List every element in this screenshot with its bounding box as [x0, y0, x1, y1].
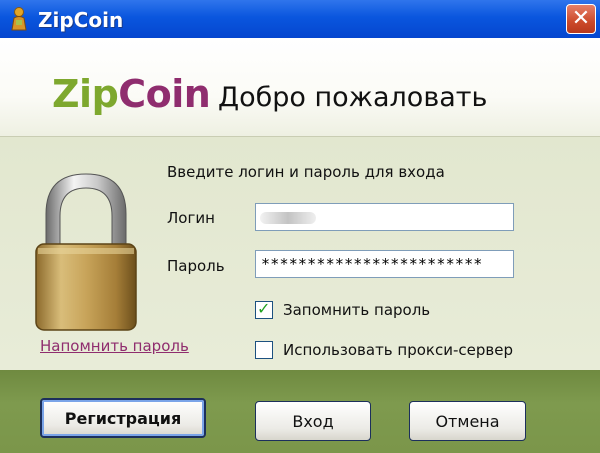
- password-label: Пароль: [167, 257, 225, 275]
- remember-password-checkbox[interactable]: ✓: [255, 299, 273, 319]
- title-bar[interactable]: ZipCoin ✕: [0, 0, 600, 38]
- login-window: ZipCoin ✕ ZipCoin Добро пожаловать Напом…: [0, 0, 600, 453]
- remember-password-label[interactable]: Запомнить пароль: [283, 301, 430, 319]
- logo-coin: Coin: [118, 72, 211, 116]
- cancel-button[interactable]: Отмена: [409, 401, 526, 441]
- zipcoin-logo: ZipCoin: [52, 72, 211, 116]
- password-value: ************************: [261, 255, 483, 273]
- login-value-redacted: [260, 212, 316, 224]
- checkmark-icon: ✓: [257, 299, 271, 318]
- padlock-icon: [35, 173, 137, 331]
- login-input[interactable]: [255, 203, 514, 231]
- remind-password-link[interactable]: Напомнить пароль: [40, 337, 189, 355]
- close-icon: ✕: [571, 6, 591, 31]
- welcome-heading: Добро пожаловать: [218, 82, 488, 113]
- close-button[interactable]: ✕: [566, 4, 596, 34]
- logo-zip: Zip: [52, 72, 119, 116]
- button-bar: Регистрация Вход Отмена: [0, 370, 600, 453]
- login-button[interactable]: Вход: [255, 401, 371, 441]
- login-label: Логин: [167, 209, 215, 227]
- zipcoin-app-icon: [11, 7, 27, 31]
- use-proxy-checkbox[interactable]: [255, 341, 273, 359]
- use-proxy-label[interactable]: Использовать прокси-сервер: [283, 341, 513, 359]
- login-form-area: Напомнить пароль Введите логин и пароль …: [0, 137, 600, 370]
- password-input[interactable]: ************************: [255, 250, 514, 278]
- window-title: ZipCoin: [38, 8, 124, 32]
- login-prompt: Введите логин и пароль для входа: [167, 163, 445, 181]
- header-banner: ZipCoin Добро пожаловать: [0, 38, 600, 137]
- register-button[interactable]: Регистрация: [40, 398, 206, 438]
